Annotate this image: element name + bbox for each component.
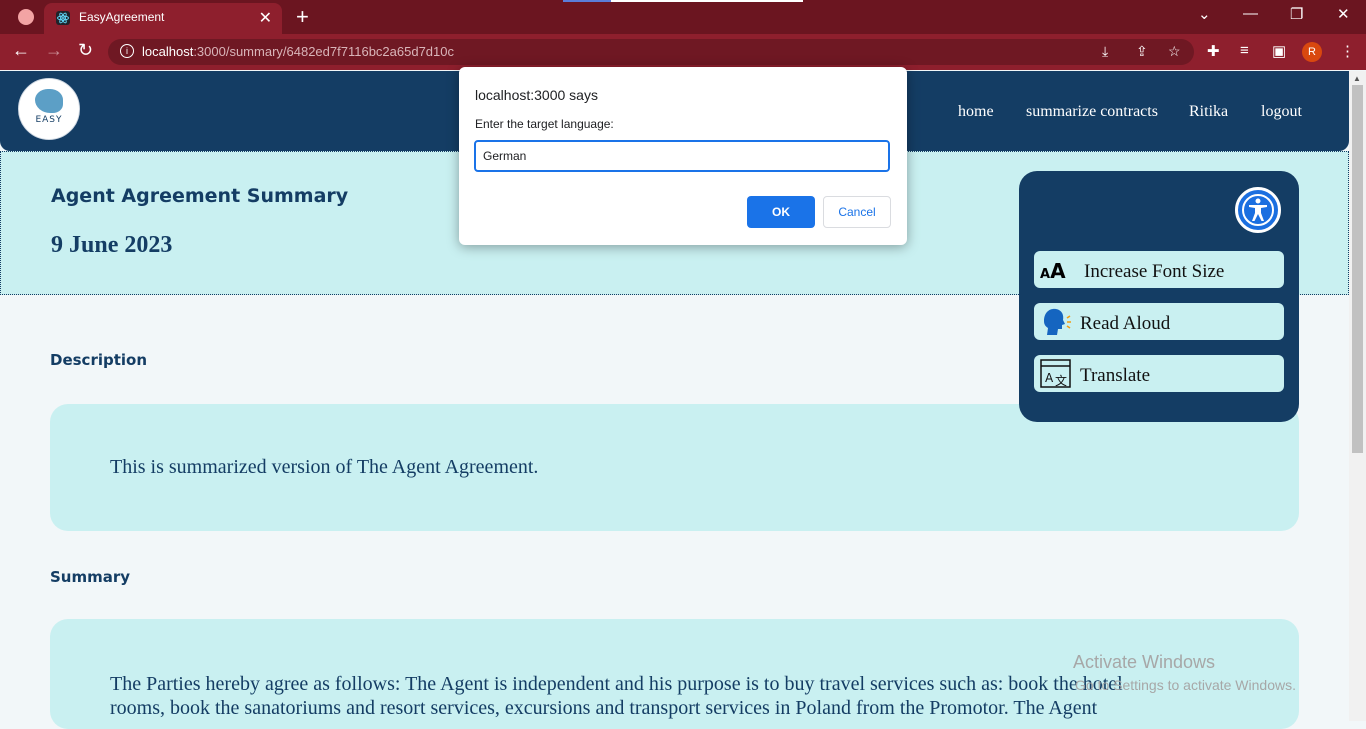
page-title: Agent Agreement Summary — [51, 185, 349, 207]
target-language-input[interactable] — [474, 140, 890, 172]
svg-text:文: 文 — [1055, 373, 1067, 388]
page-scrollbar[interactable]: ▲ — [1349, 71, 1366, 721]
activate-windows-subtitle: Go to Settings to activate Windows. — [1075, 677, 1296, 693]
scroll-thumb[interactable] — [1352, 85, 1363, 453]
cancel-button[interactable]: Cancel — [823, 196, 891, 228]
minimize-button[interactable]: — — [1243, 5, 1258, 22]
summary-date: 9 June 2023 — [51, 232, 173, 258]
summary-text-line-1: The Parties hereby agree as follows: The… — [110, 673, 1123, 695]
nav-user-profile[interactable]: Ritika — [1189, 103, 1228, 121]
description-heading: Description — [50, 351, 148, 369]
description-card: This is summarized version of The Agent … — [50, 404, 1299, 531]
back-icon[interactable]: ← — [12, 40, 30, 61]
tab-loading-segment — [563, 0, 611, 2]
dialog-title: localhost:3000 says — [475, 87, 598, 103]
browser-tab[interactable]: EasyAgreement ✕ — [44, 3, 282, 34]
new-tab-button[interactable]: + — [296, 4, 309, 30]
extensions-icon[interactable]: ✚ — [1207, 42, 1220, 60]
browser-menu-dot[interactable] — [18, 9, 34, 25]
site-logo[interactable]: EASY — [18, 78, 80, 140]
nav-home[interactable]: home — [958, 103, 994, 121]
accessibility-icon[interactable] — [1235, 187, 1281, 233]
restore-button[interactable]: ❐ — [1290, 5, 1303, 23]
share-icon[interactable]: ⇪ — [1136, 43, 1148, 60]
summary-text-line-2: rooms, book the sanatoriums and resort s… — [110, 697, 1098, 719]
logo-text: EASY — [35, 115, 63, 125]
summary-card: The Parties hereby agree as follows: The… — [50, 619, 1299, 729]
browser-tab-strip: EasyAgreement ✕ + ⌄ — ❐ ✕ — [0, 0, 1366, 34]
bird-icon — [35, 89, 63, 113]
prompt-dialog: localhost:3000 says Enter the target lan… — [459, 67, 907, 245]
font-size-icon: AA — [1040, 259, 1066, 283]
bookmark-star-icon[interactable]: ☆ — [1168, 43, 1181, 60]
url-text[interactable]: localhost:3000/summary/6482ed7f7116bc2a6… — [142, 44, 454, 59]
side-panel-icon[interactable]: ▣ — [1272, 42, 1286, 60]
react-icon — [56, 11, 70, 25]
nav-summarize-contracts[interactable]: summarize contracts — [1026, 103, 1158, 121]
scroll-up-icon[interactable]: ▲ — [1353, 74, 1361, 83]
nav-logout[interactable]: logout — [1261, 103, 1302, 121]
tab-title: EasyAgreement — [79, 10, 165, 24]
reload-icon[interactable]: ↻ — [78, 40, 93, 61]
close-window-button[interactable]: ✕ — [1337, 5, 1350, 23]
browser-menu-icon[interactable]: ⋮ — [1340, 42, 1355, 60]
description-text: This is summarized version of The Agent … — [110, 456, 539, 478]
activate-windows-title: Activate Windows — [1073, 652, 1216, 672]
profile-avatar[interactable]: R — [1302, 42, 1322, 62]
browser-toolbar: ← → ↻ i localhost:3000/summary/6482ed7f7… — [0, 34, 1366, 70]
ok-button[interactable]: OK — [747, 196, 815, 228]
increase-font-size-button[interactable]: AA Increase Font Size — [1034, 251, 1284, 288]
translate-icon: A 文 — [1040, 359, 1071, 388]
translate-label: Translate — [1080, 365, 1151, 386]
read-aloud-button[interactable]: Read Aloud — [1034, 303, 1284, 340]
media-control-icon[interactable]: ≡ — [1240, 42, 1249, 59]
svg-text:A: A — [1045, 371, 1054, 385]
dialog-message: Enter the target language: — [475, 117, 614, 131]
tab-search-icon[interactable]: ⌄ — [1198, 5, 1211, 23]
read-aloud-label: Read Aloud — [1080, 313, 1171, 334]
install-app-icon[interactable]: ⤓ — [1102, 43, 1108, 60]
site-info-icon[interactable]: i — [120, 44, 134, 58]
speaking-head-icon — [1044, 308, 1071, 335]
translate-button[interactable]: A 文 Translate — [1034, 355, 1284, 392]
address-bar[interactable]: i localhost:3000/summary/6482ed7f7116bc2… — [108, 39, 1194, 65]
tab-close-icon[interactable]: ✕ — [259, 8, 272, 28]
summary-heading: Summary — [50, 568, 131, 586]
forward-icon[interactable]: → — [45, 40, 63, 61]
accessibility-panel: AA Increase Font Size Read Aloud A 文 Tra… — [1019, 171, 1299, 422]
increase-font-size-label: Increase Font Size — [1084, 261, 1225, 282]
